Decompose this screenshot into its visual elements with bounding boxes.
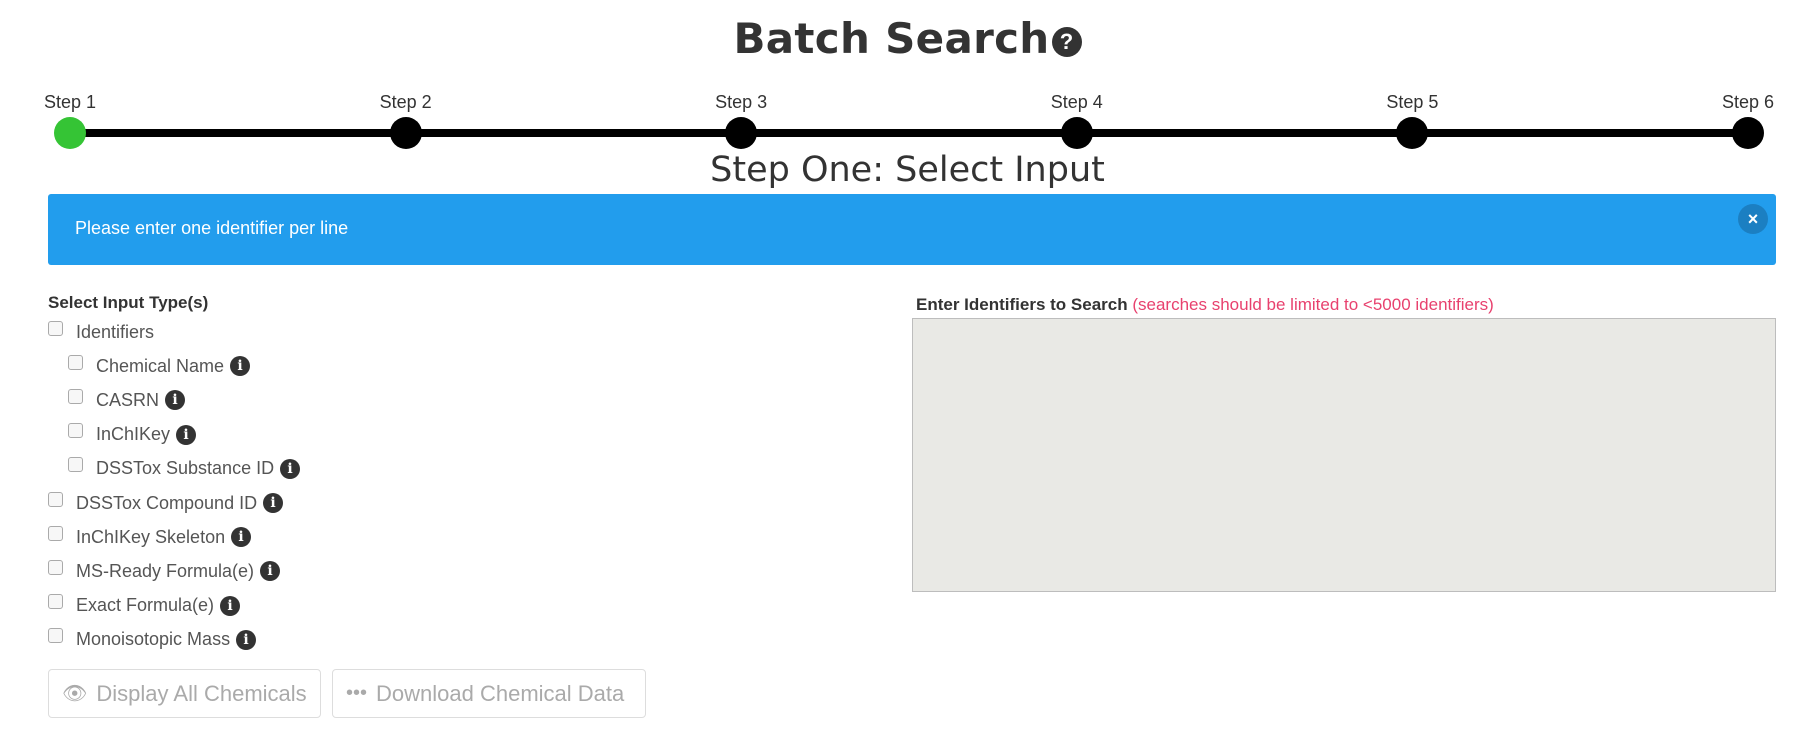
casrn-checkbox[interactable] [68, 388, 83, 404]
inchikey-skeleton-checkbox[interactable] [48, 525, 63, 541]
option-chemical-name[interactable]: Chemical Name i [48, 349, 748, 383]
step-label: Step 3 [715, 92, 768, 112]
step-4[interactable]: Step 4 [1032, 92, 1122, 149]
option-casrn[interactable]: CASRN i [48, 383, 748, 417]
info-icon[interactable]: i [260, 561, 281, 582]
option-inchikey[interactable]: InChIKey i [48, 418, 748, 452]
option-label: CASRN [96, 389, 160, 410]
option-label: Monoisotopic Mass [76, 629, 231, 650]
step-label: Step 6 [1721, 92, 1775, 112]
step-label: Step 5 [1386, 92, 1439, 112]
option-label: Exact Formula(e) [76, 595, 215, 616]
step-label: Step 1 [43, 92, 97, 112]
info-icon[interactable]: i [231, 527, 252, 548]
info-icon[interactable]: i [280, 458, 301, 479]
chemical-name-checkbox[interactable] [68, 354, 83, 370]
identifiers-label: Enter Identifiers to Search [916, 295, 1128, 314]
step-progress-line [70, 129, 1748, 137]
download-chemical-data-button[interactable]: ••• Download Chemical Data [332, 669, 646, 718]
step-dot[interactable] [1732, 117, 1764, 149]
page-header: Batch Search? [0, 14, 1815, 63]
step-dot[interactable] [725, 117, 758, 149]
button-label: Display All Chemicals [96, 680, 307, 706]
exact-formula-checkbox[interactable] [48, 594, 63, 610]
option-label: MS-Ready Formula(e) [76, 560, 255, 581]
dsstox-compound-id-checkbox[interactable] [48, 491, 63, 507]
option-label: InChIKey Skeleton [76, 526, 226, 547]
input-type-panel: Select Input Type(s) Identifiers Chemica… [48, 293, 748, 657]
info-icon[interactable]: i [220, 595, 241, 616]
identifiers-limit-note: (searches should be limited to <5000 ide… [1132, 295, 1494, 314]
identifiers-heading: Enter Identifiers to Search (searches sh… [916, 295, 1494, 315]
eye-icon: 👁 [62, 683, 88, 705]
option-label: InChIKey [96, 424, 171, 445]
identifiers-checkbox[interactable] [48, 320, 63, 336]
step-progress: Step 1 Step 2 Step 3 Step 4 Step 5 Step … [44, 92, 1774, 152]
option-dsstox-compound-id[interactable]: DSSTox Compound ID i [48, 486, 748, 520]
monoisotopic-mass-checkbox[interactable] [48, 628, 63, 644]
option-label: DSSTox Substance ID [96, 458, 275, 479]
info-icon[interactable]: i [176, 424, 197, 445]
step-dot[interactable] [1396, 117, 1429, 149]
option-monoisotopic-mass[interactable]: Monoisotopic Mass i [48, 623, 748, 657]
info-alert: Please enter one identifier per line × [48, 194, 1776, 265]
step-1[interactable]: Step 1 [25, 92, 115, 149]
option-label: DSSTox Compound ID [76, 492, 258, 513]
button-label: Download Chemical Data [376, 680, 625, 706]
option-label: Identifiers [76, 321, 155, 342]
help-icon[interactable]: ? [1051, 27, 1082, 57]
display-all-chemicals-button[interactable]: 👁 Display All Chemicals [48, 669, 321, 718]
step-heading: Step One: Select Input [710, 150, 1105, 190]
alert-message: Please enter one identifier per line [75, 218, 349, 238]
step-label: Step 4 [1050, 92, 1103, 112]
option-dsstox-substance-id[interactable]: DSSTox Substance ID i [48, 452, 748, 486]
option-ms-ready-formula[interactable]: MS-Ready Formula(e) i [48, 554, 748, 588]
identifiers-input[interactable] [912, 318, 1776, 592]
option-exact-formula[interactable]: Exact Formula(e) i [48, 589, 748, 623]
dsstox-substance-id-checkbox[interactable] [68, 457, 83, 473]
ellipsis-icon: ••• [346, 682, 368, 704]
step-label: Step 2 [379, 92, 432, 112]
step-3[interactable]: Step 3 [696, 92, 786, 149]
step-dot[interactable] [389, 117, 422, 149]
info-icon[interactable]: i [263, 493, 284, 514]
step-dot-active[interactable] [54, 117, 86, 149]
info-icon[interactable]: i [230, 356, 251, 377]
option-identifiers[interactable]: Identifiers [48, 315, 748, 349]
step-dot[interactable] [1060, 117, 1093, 149]
close-icon[interactable]: × [1738, 204, 1768, 234]
step-5[interactable]: Step 5 [1367, 92, 1457, 149]
page-title: Batch Search [733, 14, 1050, 63]
option-inchikey-skeleton[interactable]: InChIKey Skeleton i [48, 520, 748, 554]
input-type-heading: Select Input Type(s) [48, 293, 209, 312]
inchikey-checkbox[interactable] [68, 423, 83, 439]
info-icon[interactable]: i [236, 629, 257, 650]
step-6[interactable]: Step 6 [1703, 92, 1793, 149]
option-label: Chemical Name [96, 355, 225, 376]
step-2[interactable]: Step 2 [361, 92, 451, 149]
ms-ready-formula-checkbox[interactable] [48, 559, 63, 575]
info-icon[interactable]: i [165, 390, 186, 411]
